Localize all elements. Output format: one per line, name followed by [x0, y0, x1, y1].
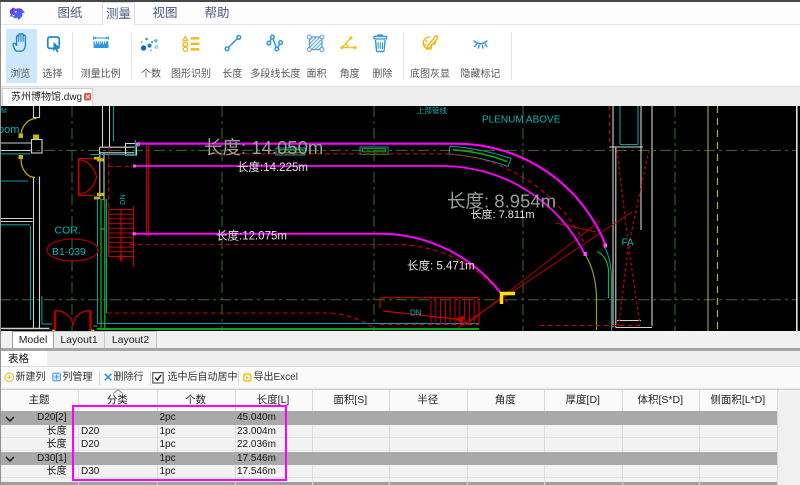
svg-text:M: M: [1, 108, 7, 115]
svg-text:长度: 5.471m: 长度: 5.471m: [407, 259, 475, 273]
svg-text:oom: oom: [0, 124, 19, 136]
svg-text:FA: FA: [622, 238, 635, 249]
svg-text:COR.: COR.: [55, 225, 81, 237]
svg-text:PLENUM ABOVE: PLENUM ABOVE: [482, 115, 561, 126]
svg-text:DN: DN: [410, 309, 422, 318]
svg-text:B1-039: B1-039: [52, 246, 86, 258]
svg-text:长度: 14.050m: 长度: 14.050m: [204, 137, 323, 158]
svg-text:长度: 7.811m: 长度: 7.811m: [471, 207, 535, 221]
svg-text:上部管线: 上部管线: [417, 106, 447, 115]
svg-text:DN: DN: [118, 194, 127, 205]
svg-text:长度:12.075m: 长度:12.075m: [216, 229, 287, 243]
svg-text:长度:14.225m: 长度:14.225m: [237, 160, 308, 174]
